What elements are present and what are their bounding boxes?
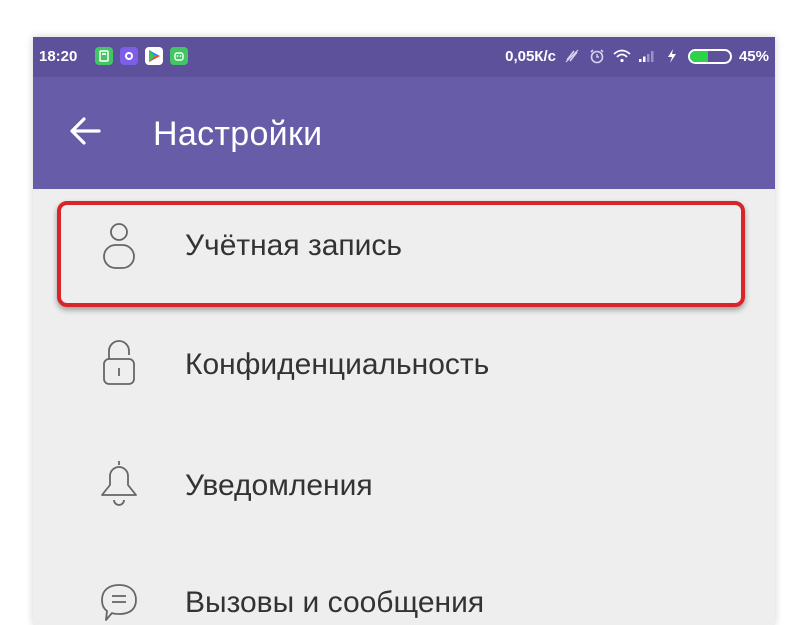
battery-indicator bbox=[687, 48, 732, 64]
settings-item-privacy[interactable]: Конфиденциальность bbox=[33, 305, 775, 421]
settings-item-label: Вызовы и сообщения bbox=[185, 586, 485, 619]
back-arrow-icon bbox=[68, 116, 102, 151]
phone-screen: 18:20 0,05К/с 45% Настройки Учётная запи… bbox=[33, 37, 775, 625]
app-bar: Настройки bbox=[33, 77, 775, 189]
settings-item-label: Уведомления bbox=[185, 469, 373, 502]
battery-level-fill bbox=[689, 50, 708, 62]
page-title: Настройки bbox=[153, 115, 323, 153]
highlight-box bbox=[57, 201, 745, 307]
network-speed: 0,05К/с bbox=[505, 47, 556, 65]
chat-icon bbox=[99, 579, 139, 625]
battery-percent: 45% bbox=[738, 47, 769, 65]
nfc-icon bbox=[563, 47, 581, 65]
status-app-icons bbox=[95, 47, 188, 65]
android-icon bbox=[170, 47, 188, 65]
bell-icon bbox=[99, 459, 139, 509]
wifi-icon bbox=[613, 47, 631, 65]
play-store-icon bbox=[145, 47, 163, 65]
status-time: 18:20 bbox=[39, 48, 78, 65]
status-right-area: 0,05К/с 45% bbox=[505, 47, 769, 65]
lock-icon bbox=[99, 338, 139, 388]
vpn-icon bbox=[120, 47, 138, 65]
signal-icon bbox=[638, 47, 656, 65]
alarm-icon bbox=[588, 47, 606, 65]
charging-icon bbox=[663, 47, 681, 65]
calculator-icon bbox=[95, 47, 113, 65]
settings-item-label: Конфиденциальность bbox=[185, 348, 490, 381]
status-bar: 18:20 0,05К/с 45% bbox=[33, 37, 775, 77]
settings-item-calls-messages[interactable]: Вызовы и сообщения bbox=[33, 537, 775, 625]
settings-item-notifications[interactable]: Уведомления bbox=[33, 421, 775, 537]
back-button[interactable] bbox=[59, 107, 111, 159]
